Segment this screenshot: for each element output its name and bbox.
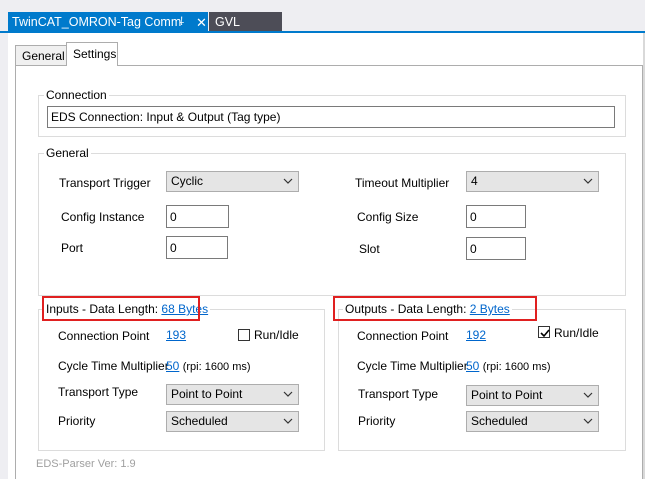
outputs-priority-value: Scheduled	[471, 414, 528, 428]
inputs-highlight-box	[42, 296, 200, 321]
inputs-transport-type-select[interactable]: Point to Point	[166, 384, 299, 405]
timeout-multiplier-label: Timeout Multiplier	[355, 176, 450, 190]
tab-strip-accent-line	[0, 31, 645, 33]
outputs-connection-point-label: Connection Point	[357, 329, 449, 343]
outputs-highlight-box	[333, 296, 537, 321]
slot-label: Slot	[359, 242, 380, 256]
outputs-rpi: (rpi: 1600 ms)	[482, 361, 551, 373]
inputs-rpi: (rpi: 1600 ms)	[182, 361, 251, 373]
checkmark-icon	[540, 329, 550, 338]
inputs-connection-point-link[interactable]: 193	[166, 328, 186, 342]
chevron-down-icon	[583, 418, 593, 424]
window-frame-left	[0, 33, 8, 479]
inputs-cycle-time-label: Cycle Time Multiplier	[58, 359, 169, 373]
timeout-multiplier-value: 4	[471, 174, 478, 188]
inputs-priority-select[interactable]: Scheduled	[166, 411, 299, 432]
chevron-down-icon	[583, 178, 593, 184]
outputs-priority-label: Priority	[358, 414, 396, 428]
config-size-field[interactable]	[466, 205, 526, 228]
outputs-connection-point-link[interactable]: 192	[466, 328, 486, 342]
port-label: Port	[61, 241, 84, 255]
outputs-cycle-time-value: 50 (rpi: 1600 ms)	[466, 359, 551, 374]
connection-group-title: Connection	[44, 88, 109, 102]
connection-field[interactable]	[47, 106, 615, 128]
outputs-cycle-time-label: Cycle Time Multiplier	[357, 359, 468, 373]
general-group-title: General	[44, 146, 91, 160]
timeout-multiplier-select[interactable]: 4	[466, 171, 599, 192]
inputs-transport-type-value: Point to Point	[171, 387, 243, 401]
outputs-transport-type-select[interactable]: Point to Point	[466, 385, 599, 406]
inputs-run-idle-checkbox[interactable]	[238, 329, 250, 341]
inputs-priority-label: Priority	[58, 414, 96, 428]
pin-icon[interactable]: ⸸	[179, 12, 184, 33]
outputs-cycle-time-link[interactable]: 50	[466, 359, 479, 373]
doc-tab-label: GVL	[215, 15, 241, 29]
doc-tab-label: TwinCAT_OMRON-Tag Comm	[12, 15, 182, 29]
inputs-connection-point-label: Connection Point	[58, 329, 150, 343]
chevron-down-icon	[583, 392, 593, 398]
chevron-down-icon	[283, 391, 293, 397]
close-icon[interactable]: ✕	[196, 12, 207, 33]
inputs-cycle-time-value: 50 (rpi: 1600 ms)	[166, 359, 251, 374]
transport-trigger-label: Transport Trigger	[59, 176, 151, 190]
inputs-run-idle-label: Run/Idle	[254, 328, 299, 342]
chevron-down-icon	[283, 178, 293, 184]
transport-trigger-value: Cyclic	[171, 174, 203, 188]
inputs-cycle-time-link[interactable]: 50	[166, 359, 179, 373]
eds-parser-version: EDS-Parser Ver: 1.9	[36, 458, 136, 470]
outputs-run-idle-label: Run/Idle	[554, 326, 599, 340]
config-size-label: Config Size	[357, 210, 419, 224]
inputs-priority-value: Scheduled	[171, 414, 228, 428]
slot-field[interactable]	[466, 237, 526, 260]
document-tab-strip: TwinCAT_OMRON-Tag Comm ⸸ ✕ GVL	[0, 0, 645, 33]
doc-tab-gvl[interactable]: GVL	[209, 12, 282, 33]
tab-general[interactable]: General	[15, 45, 67, 66]
outputs-transport-type-value: Point to Point	[471, 388, 543, 402]
chevron-down-icon	[283, 418, 293, 424]
outputs-run-idle-checkbox[interactable]	[538, 326, 550, 338]
outputs-transport-type-label: Transport Type	[358, 387, 439, 401]
config-instance-label: Config Instance	[61, 210, 145, 224]
outputs-priority-select[interactable]: Scheduled	[466, 411, 599, 432]
port-field[interactable]	[166, 236, 228, 259]
transport-trigger-select[interactable]: Cyclic	[166, 171, 299, 192]
tab-settings[interactable]: Settings	[66, 42, 118, 66]
inputs-transport-type-label: Transport Type	[58, 385, 139, 399]
config-instance-field[interactable]	[166, 205, 229, 228]
doc-tab-twincat-omron[interactable]: TwinCAT_OMRON-Tag Comm ⸸ ✕	[8, 12, 208, 33]
